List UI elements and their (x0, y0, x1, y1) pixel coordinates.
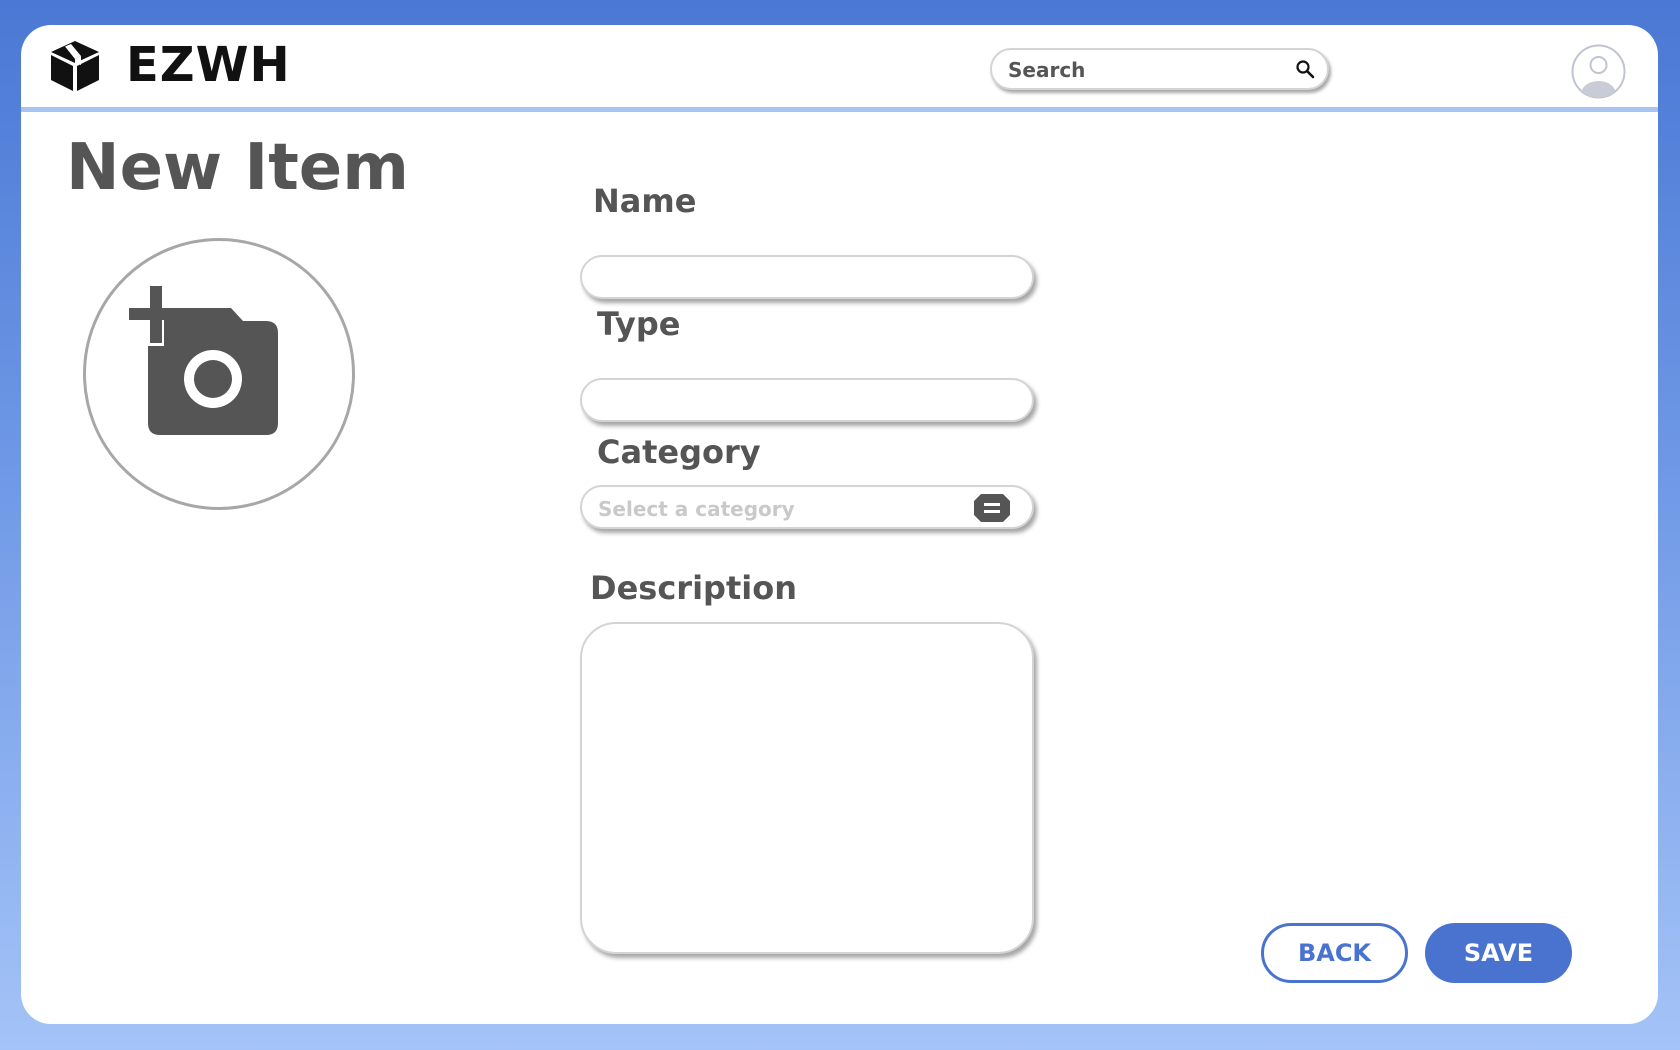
list-icon[interactable] (974, 494, 1010, 522)
category-placeholder: Select a category (598, 497, 795, 521)
category-select[interactable]: Select a category (580, 485, 1034, 529)
user-avatar-icon[interactable] (1571, 44, 1626, 99)
page-title: New Item (66, 131, 409, 205)
app-window: EZWH New Item (21, 25, 1658, 1024)
box-icon (51, 41, 99, 91)
description-label: Description (590, 569, 797, 607)
category-label: Category (597, 433, 761, 471)
search-input[interactable] (1006, 54, 1280, 86)
save-button[interactable]: SAVE (1425, 923, 1572, 983)
search-bar[interactable] (990, 48, 1329, 90)
photo-upload-button[interactable] (83, 238, 355, 510)
type-field[interactable] (580, 378, 1034, 422)
brand-name: EZWH (126, 37, 291, 93)
name-field[interactable] (580, 255, 1034, 299)
description-field[interactable] (580, 622, 1034, 954)
name-label: Name (593, 182, 697, 220)
add-photo-icon (129, 286, 278, 435)
type-label: Type (597, 305, 681, 343)
search-icon[interactable] (1295, 59, 1315, 79)
back-button[interactable]: BACK (1261, 923, 1408, 983)
top-bar: EZWH (21, 25, 1658, 112)
